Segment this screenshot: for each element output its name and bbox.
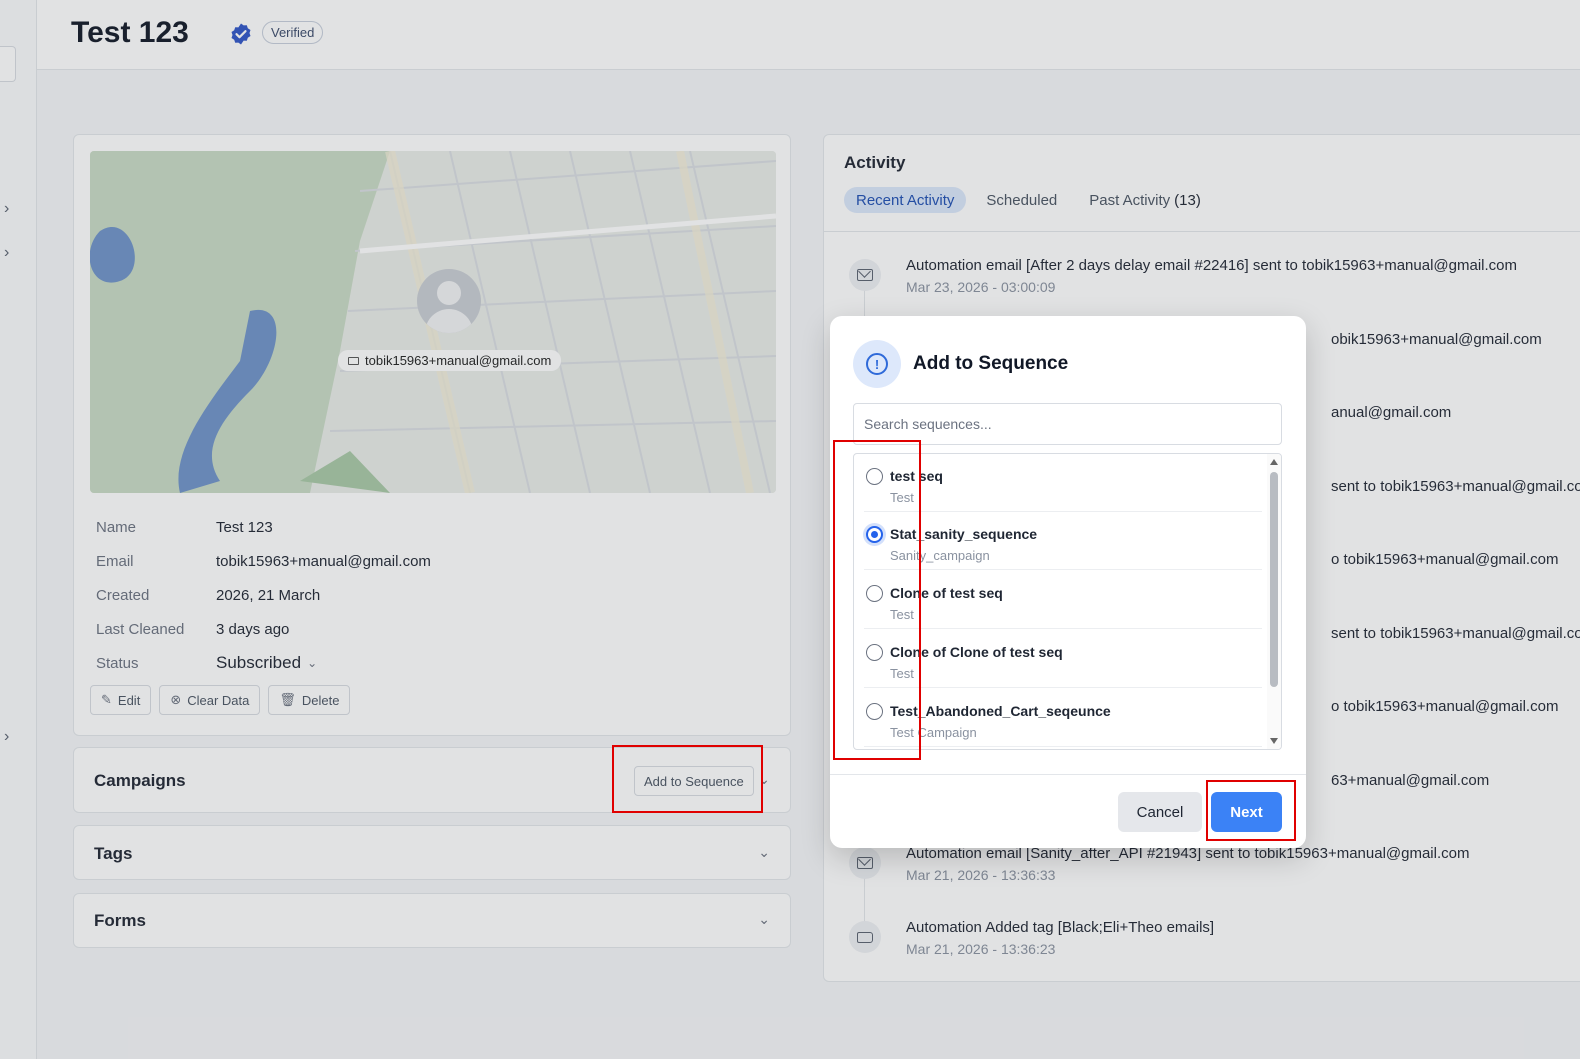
annotation-box-radio-column bbox=[833, 440, 921, 760]
modal-backdrop[interactable] bbox=[0, 0, 1580, 1059]
cancel-button[interactable]: Cancel bbox=[1118, 792, 1202, 832]
info-icon: ! bbox=[853, 340, 901, 388]
sequence-option[interactable]: Test_Abandoned_Cart_seqeunce Test Campai… bbox=[864, 689, 1262, 747]
annotation-box-add-to-sequence bbox=[612, 745, 763, 813]
search-sequences-input[interactable] bbox=[853, 403, 1282, 445]
sequence-option[interactable]: test seq Test bbox=[864, 454, 1262, 512]
sequence-option[interactable]: Clone of Clone of test seq Test bbox=[864, 630, 1262, 688]
scroll-up-arrow-icon[interactable] bbox=[1270, 459, 1278, 465]
scrollbar[interactable] bbox=[1267, 454, 1281, 749]
modal-title: Add to Sequence bbox=[913, 353, 1069, 374]
sequence-option[interactable]: Stat_sanity_sequence Sanity_campaign bbox=[864, 512, 1262, 570]
scroll-thumb[interactable] bbox=[1270, 472, 1278, 687]
scroll-down-arrow-icon[interactable] bbox=[1270, 738, 1278, 744]
annotation-box-next bbox=[1206, 780, 1296, 841]
sequence-option[interactable]: Clone of test seq Test bbox=[864, 571, 1262, 629]
